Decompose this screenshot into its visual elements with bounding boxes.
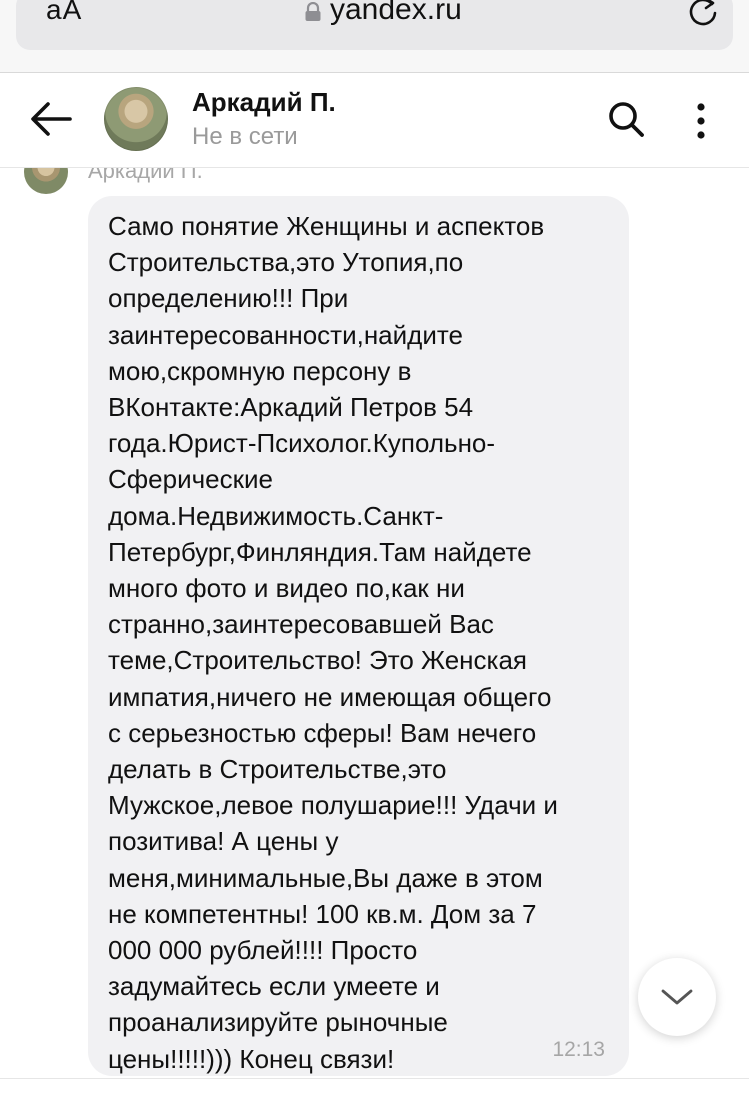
text-size-label: aA	[46, 0, 83, 25]
text-size-button[interactable]: aA	[46, 0, 82, 26]
address-bar[interactable]: aA yandex.ru	[16, 0, 733, 50]
message-time: 12:13	[552, 1038, 605, 1061]
message-bubble[interactable]: Само понятие Женщины и аспектов Строител…	[88, 196, 629, 1076]
message-text: Само понятие Женщины и аспектов Строител…	[108, 211, 558, 1074]
url-text: yandex.ru	[330, 0, 462, 26]
scroll-down-button[interactable]	[638, 958, 716, 1036]
contact-status: Не в сети	[192, 123, 298, 150]
url-display[interactable]: yandex.ru	[304, 0, 462, 28]
divider	[0, 1078, 749, 1079]
sender-name: Аркадий П.	[88, 168, 203, 183]
search-icon[interactable]	[606, 99, 646, 139]
sender-avatar[interactable]	[24, 168, 68, 194]
lock-icon	[305, 2, 321, 21]
chat-header: Аркадий П. Не в сети	[0, 73, 749, 168]
chevron-down-icon	[661, 989, 693, 1005]
browser-toolbar: aA yandex.ru	[0, 0, 749, 73]
message-list[interactable]: Аркадий П. Само понятие Женщины и аспект…	[0, 168, 749, 1094]
contact-name[interactable]: Аркадий П.	[192, 87, 336, 118]
contact-avatar[interactable]	[104, 87, 168, 151]
back-arrow-icon[interactable]	[28, 99, 74, 139]
more-vertical-icon[interactable]	[690, 101, 712, 141]
reload-icon[interactable]	[686, 0, 720, 28]
